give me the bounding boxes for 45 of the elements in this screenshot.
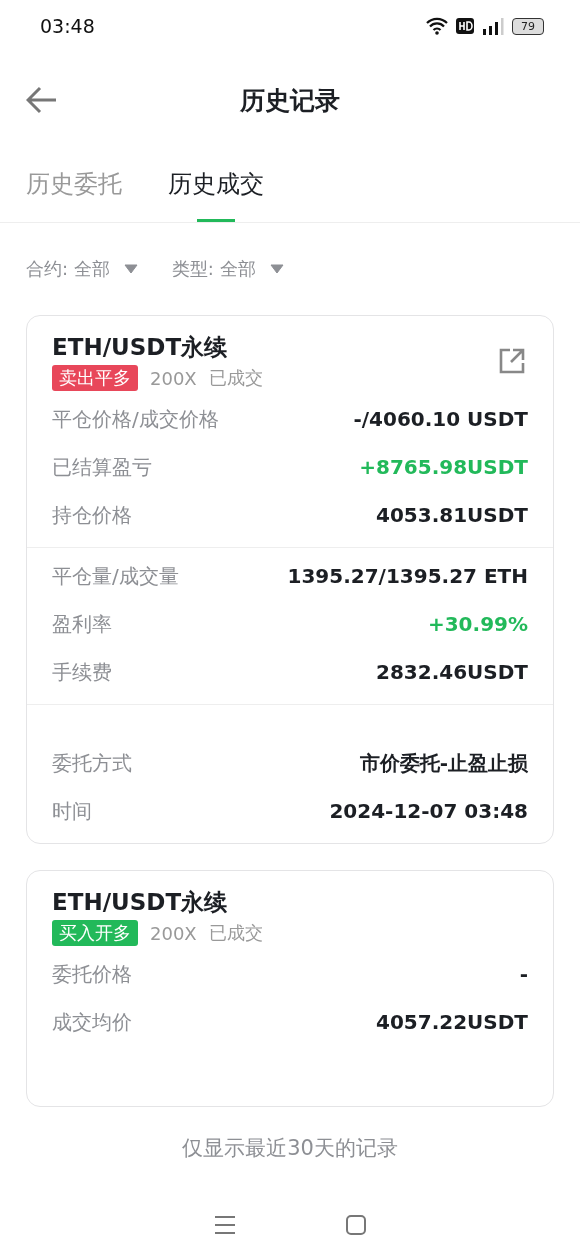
leverage-text: 200X (150, 922, 197, 944)
field-value: 2024-12-07 03:48 (329, 799, 528, 823)
battery-icon: 79 (512, 17, 544, 35)
side-tag: 买入开多 (52, 920, 138, 946)
filter-dropdown[interactable]: 类型: 全部 (171, 257, 284, 281)
side-tag: 卖出平多 (52, 365, 138, 391)
tab[interactable]: 历史委托 (26, 148, 122, 222)
field-value: 市价委托-止盈止损 (359, 749, 528, 777)
field-label: 委托价格 (52, 960, 132, 988)
footer-note: 仅显示最近30天的记录 (182, 1135, 398, 1162)
home-square-icon[interactable] (346, 1215, 366, 1235)
caret-icon (123, 264, 138, 274)
share-icon[interactable] (499, 348, 525, 374)
field-label: 手续费 (52, 658, 112, 686)
field-value: 1395.27/1395.27 ETH (287, 564, 528, 588)
field-label: 已结算盈亏 (52, 453, 152, 481)
signal-icon (482, 16, 504, 36)
status-text: 已成交 (208, 921, 263, 945)
field-value: -/4060.10 USDT (353, 407, 528, 431)
field-value: 4057.22USDT (376, 1010, 528, 1034)
hd-icon (456, 18, 474, 34)
field-label: 时间 (52, 797, 92, 825)
pair-name: ETH/USDT永续 (52, 333, 228, 362)
menu-icon[interactable] (214, 1215, 236, 1235)
caret-icon (269, 264, 284, 274)
field-label: 成交均价 (52, 1008, 132, 1036)
field-label: 持仓价格 (52, 501, 132, 529)
filter-dropdown[interactable]: 合约: 全部 (26, 257, 138, 281)
page-title: 历史记录 (240, 84, 340, 117)
field-label: 平仓价格/成交价格 (52, 405, 219, 433)
wifi-icon (426, 17, 448, 35)
pair-name: ETH/USDT永续 (52, 888, 228, 917)
field-label: 盈利率 (52, 610, 112, 638)
tab[interactable]: 历史成交 (168, 148, 264, 222)
status-text: 已成交 (208, 366, 263, 390)
field-label: 平仓量/成交量 (52, 562, 179, 590)
field-value: +8765.98USDT (359, 455, 528, 479)
field-value: +30.99% (427, 612, 528, 636)
back-arrow-icon[interactable] (26, 86, 58, 114)
field-value: 4053.81USDT (376, 503, 528, 527)
field-label: 委托方式 (52, 749, 132, 777)
field-value: - (519, 962, 528, 986)
status-time: 03:48 (40, 15, 95, 37)
leverage-text: 200X (150, 367, 197, 389)
field-value: 2832.46USDT (376, 660, 528, 684)
